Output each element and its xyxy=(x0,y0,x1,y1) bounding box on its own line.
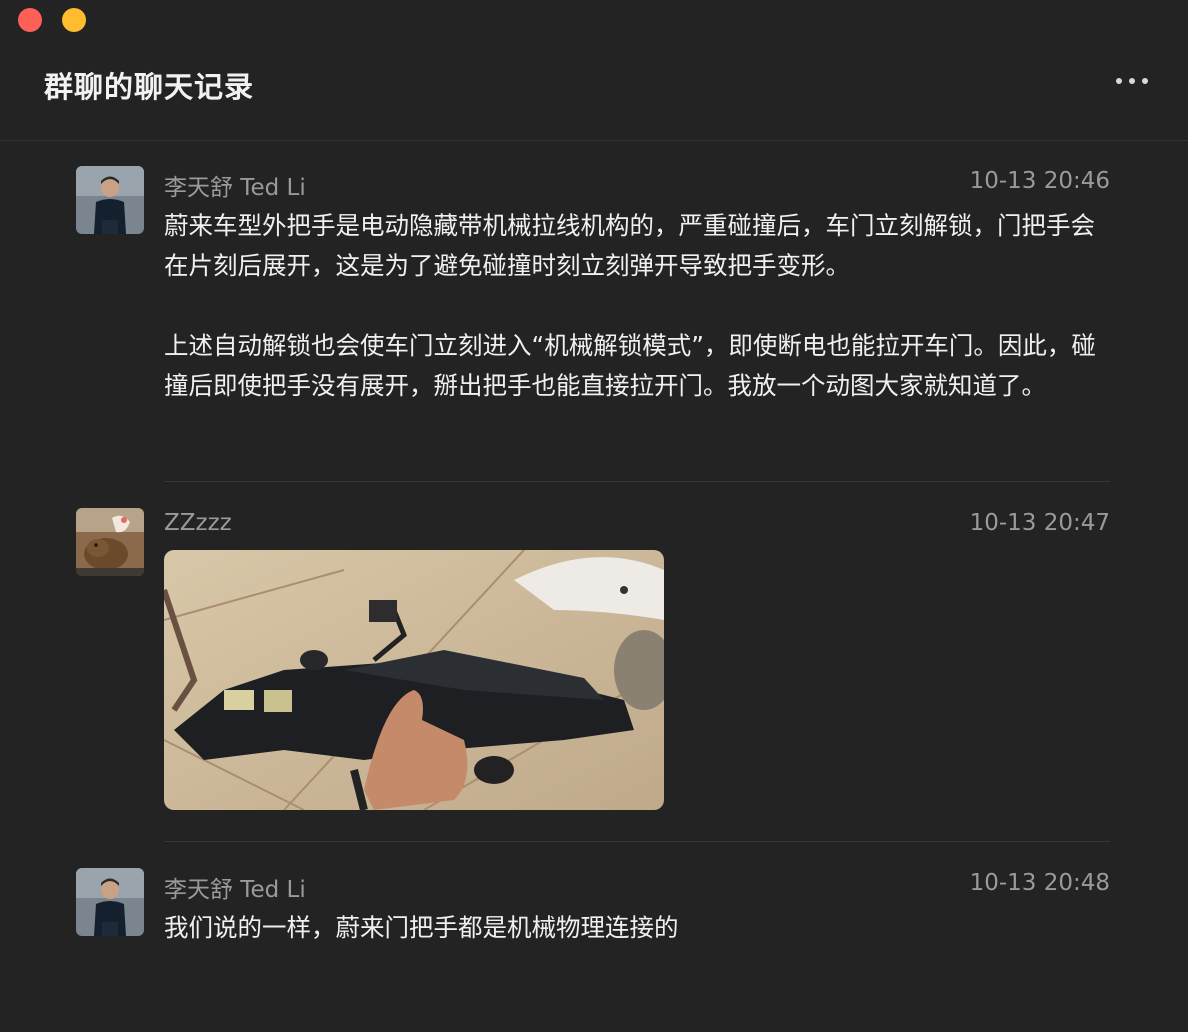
more-dot-icon xyxy=(1129,78,1135,84)
message-paragraph: 上述自动解锁也会使车门立刻进入“机械解锁模式”，即使断电也能拉开车门。因此，碰撞… xyxy=(164,331,1096,400)
message-item: 李天舒 Ted Li 10-13 20:46 蔚来车型外把手是电动隐藏带机械拉线… xyxy=(76,166,1112,466)
minimize-window-button[interactable] xyxy=(62,8,86,32)
sender-name: 李天舒 Ted Li xyxy=(164,877,306,903)
image-attachment xyxy=(164,550,664,810)
close-window-button[interactable] xyxy=(18,8,42,32)
capybara-avatar-icon xyxy=(76,508,144,576)
sender-name: ZZzzz xyxy=(164,510,232,536)
message-text: 我们说的一样，蔚来门把手都是机械物理连接的 xyxy=(164,908,1114,948)
chat-history-window: 群聊的聊天记录 李天舒 Ted Li 10-13 20:46 蔚来车型外把手是电… xyxy=(0,0,1188,1032)
avatar[interactable] xyxy=(76,508,144,576)
avatar[interactable] xyxy=(76,166,144,234)
message-timestamp: 10-13 20:48 xyxy=(969,870,1110,896)
message-item: ZZzzz 10-13 20:47 xyxy=(76,508,1112,818)
person-avatar-icon xyxy=(76,868,144,936)
door-handle-photo[interactable] xyxy=(164,550,664,810)
avatar[interactable] xyxy=(76,868,144,936)
page-title: 群聊的聊天记录 xyxy=(44,70,255,104)
message-text: 蔚来车型外把手是电动隐藏带机械拉线机构的，严重碰撞后，车门立刻解锁，门把手会在片… xyxy=(164,206,1114,406)
message-timestamp: 10-13 20:46 xyxy=(969,168,1110,194)
more-dot-icon xyxy=(1142,78,1148,84)
message-divider xyxy=(164,481,1110,482)
sender-name: 李天舒 Ted Li xyxy=(164,175,306,201)
more-options-button[interactable] xyxy=(1116,78,1148,84)
message-paragraph: 蔚来车型外把手是电动隐藏带机械拉线机构的，严重碰撞后，车门立刻解锁，门把手会在片… xyxy=(164,211,1095,280)
window-controls xyxy=(18,8,86,32)
message-divider xyxy=(164,841,1110,842)
header: 群聊的聊天记录 xyxy=(0,40,1188,141)
message-item: 李天舒 Ted Li 10-13 20:48 我们说的一样，蔚来门把手都是机械物… xyxy=(76,868,1112,968)
message-paragraph: 我们说的一样，蔚来门把手都是机械物理连接的 xyxy=(164,913,679,942)
message-timestamp: 10-13 20:47 xyxy=(969,510,1110,536)
more-dot-icon xyxy=(1116,78,1122,84)
person-avatar-icon xyxy=(76,166,144,234)
